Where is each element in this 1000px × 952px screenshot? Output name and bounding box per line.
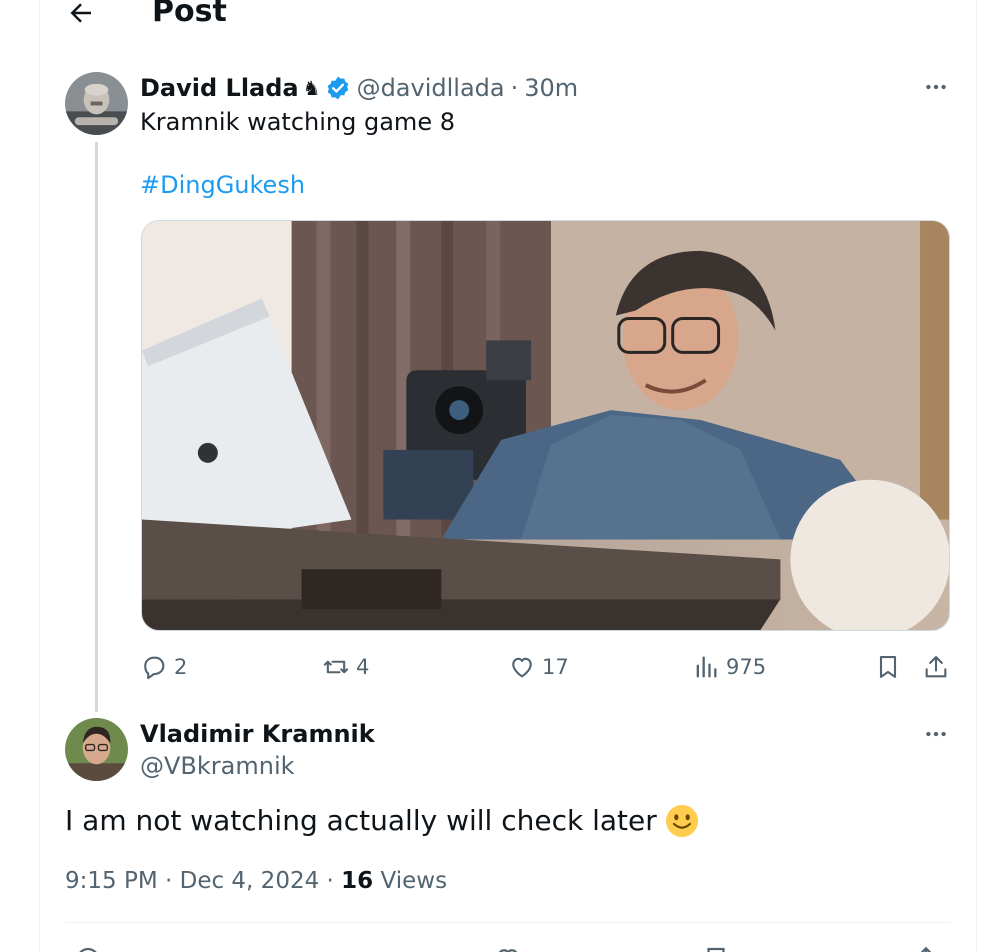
reply-more-button[interactable]	[916, 719, 956, 749]
reply-button[interactable]: 2	[140, 648, 187, 686]
post-media-image[interactable]	[141, 220, 950, 631]
column-border-left	[39, 0, 40, 952]
share-icon[interactable]	[911, 944, 941, 952]
reply-actions-partial	[65, 938, 951, 952]
more-icon	[926, 84, 946, 90]
thread-line	[95, 142, 98, 712]
repost-button[interactable]: 4	[322, 648, 369, 686]
avatar-vladimir-kramnik[interactable]	[65, 718, 128, 781]
reply-icon	[144, 656, 165, 680]
column-border-right	[976, 0, 977, 952]
author-handle[interactable]: @davidllada	[357, 74, 505, 102]
reply-views-count: 16	[341, 868, 374, 894]
bookmark-icon[interactable]	[701, 944, 731, 952]
views-count: 975	[726, 655, 767, 679]
like-count: 17	[542, 655, 569, 679]
page-title: Post	[152, 0, 227, 29]
bookmark-button[interactable]	[874, 648, 902, 686]
reply-count: 2	[174, 655, 188, 679]
media-photo	[142, 221, 949, 630]
parent-post-text: Kramnik watching game 8	[140, 108, 455, 136]
back-arrow-icon	[70, 3, 91, 23]
like-icon	[512, 657, 532, 678]
reply-text-content: I am not watching actually will check la…	[65, 804, 657, 837]
avatar-image	[65, 72, 128, 135]
more-icon	[926, 731, 946, 737]
reply-icon[interactable]	[73, 944, 103, 952]
reply-post-text: I am not watching actually will check la…	[65, 800, 699, 842]
avatar-image	[65, 718, 128, 781]
avatar-david-llada[interactable]	[65, 72, 128, 135]
reply-views-label: Views	[373, 868, 448, 894]
parent-post-actions: 2 4 17 975	[140, 648, 952, 686]
repost-icon[interactable]	[281, 944, 311, 952]
bookmark-icon	[879, 656, 897, 678]
back-button[interactable]	[62, 0, 100, 32]
views-button[interactable]: 975	[692, 648, 766, 686]
author-name[interactable]: David Llada	[140, 74, 299, 102]
divider	[65, 922, 951, 923]
parent-more-button[interactable]	[916, 72, 956, 102]
like-button[interactable]: 17	[508, 648, 569, 686]
like-icon[interactable]	[493, 944, 523, 952]
parent-post-header: David Llada ♞ @davidllada · 30m	[140, 70, 578, 106]
smile-emoji-icon	[665, 804, 698, 838]
repost-count: 4	[356, 655, 370, 679]
separator-dot: ·	[510, 74, 519, 102]
share-button[interactable]	[922, 648, 950, 686]
reply-meta: 9:15 PM · Dec 4, 2024 · 16 Views	[65, 864, 447, 898]
views-icon	[696, 656, 717, 678]
post-time[interactable]: 30m	[524, 74, 578, 102]
reply-timestamp[interactable]: 9:15 PM · Dec 4, 2024 ·	[65, 868, 341, 894]
share-icon	[925, 656, 947, 678]
repost-icon	[323, 660, 349, 674]
reply-author-name[interactable]: Vladimir Kramnik	[140, 718, 375, 750]
author-badge: ♞	[302, 76, 321, 100]
verified-badge-icon	[327, 76, 348, 100]
hashtag-link[interactable]: #DingGukesh	[140, 170, 305, 200]
reply-author-handle[interactable]: @VBkramnik	[140, 750, 295, 782]
